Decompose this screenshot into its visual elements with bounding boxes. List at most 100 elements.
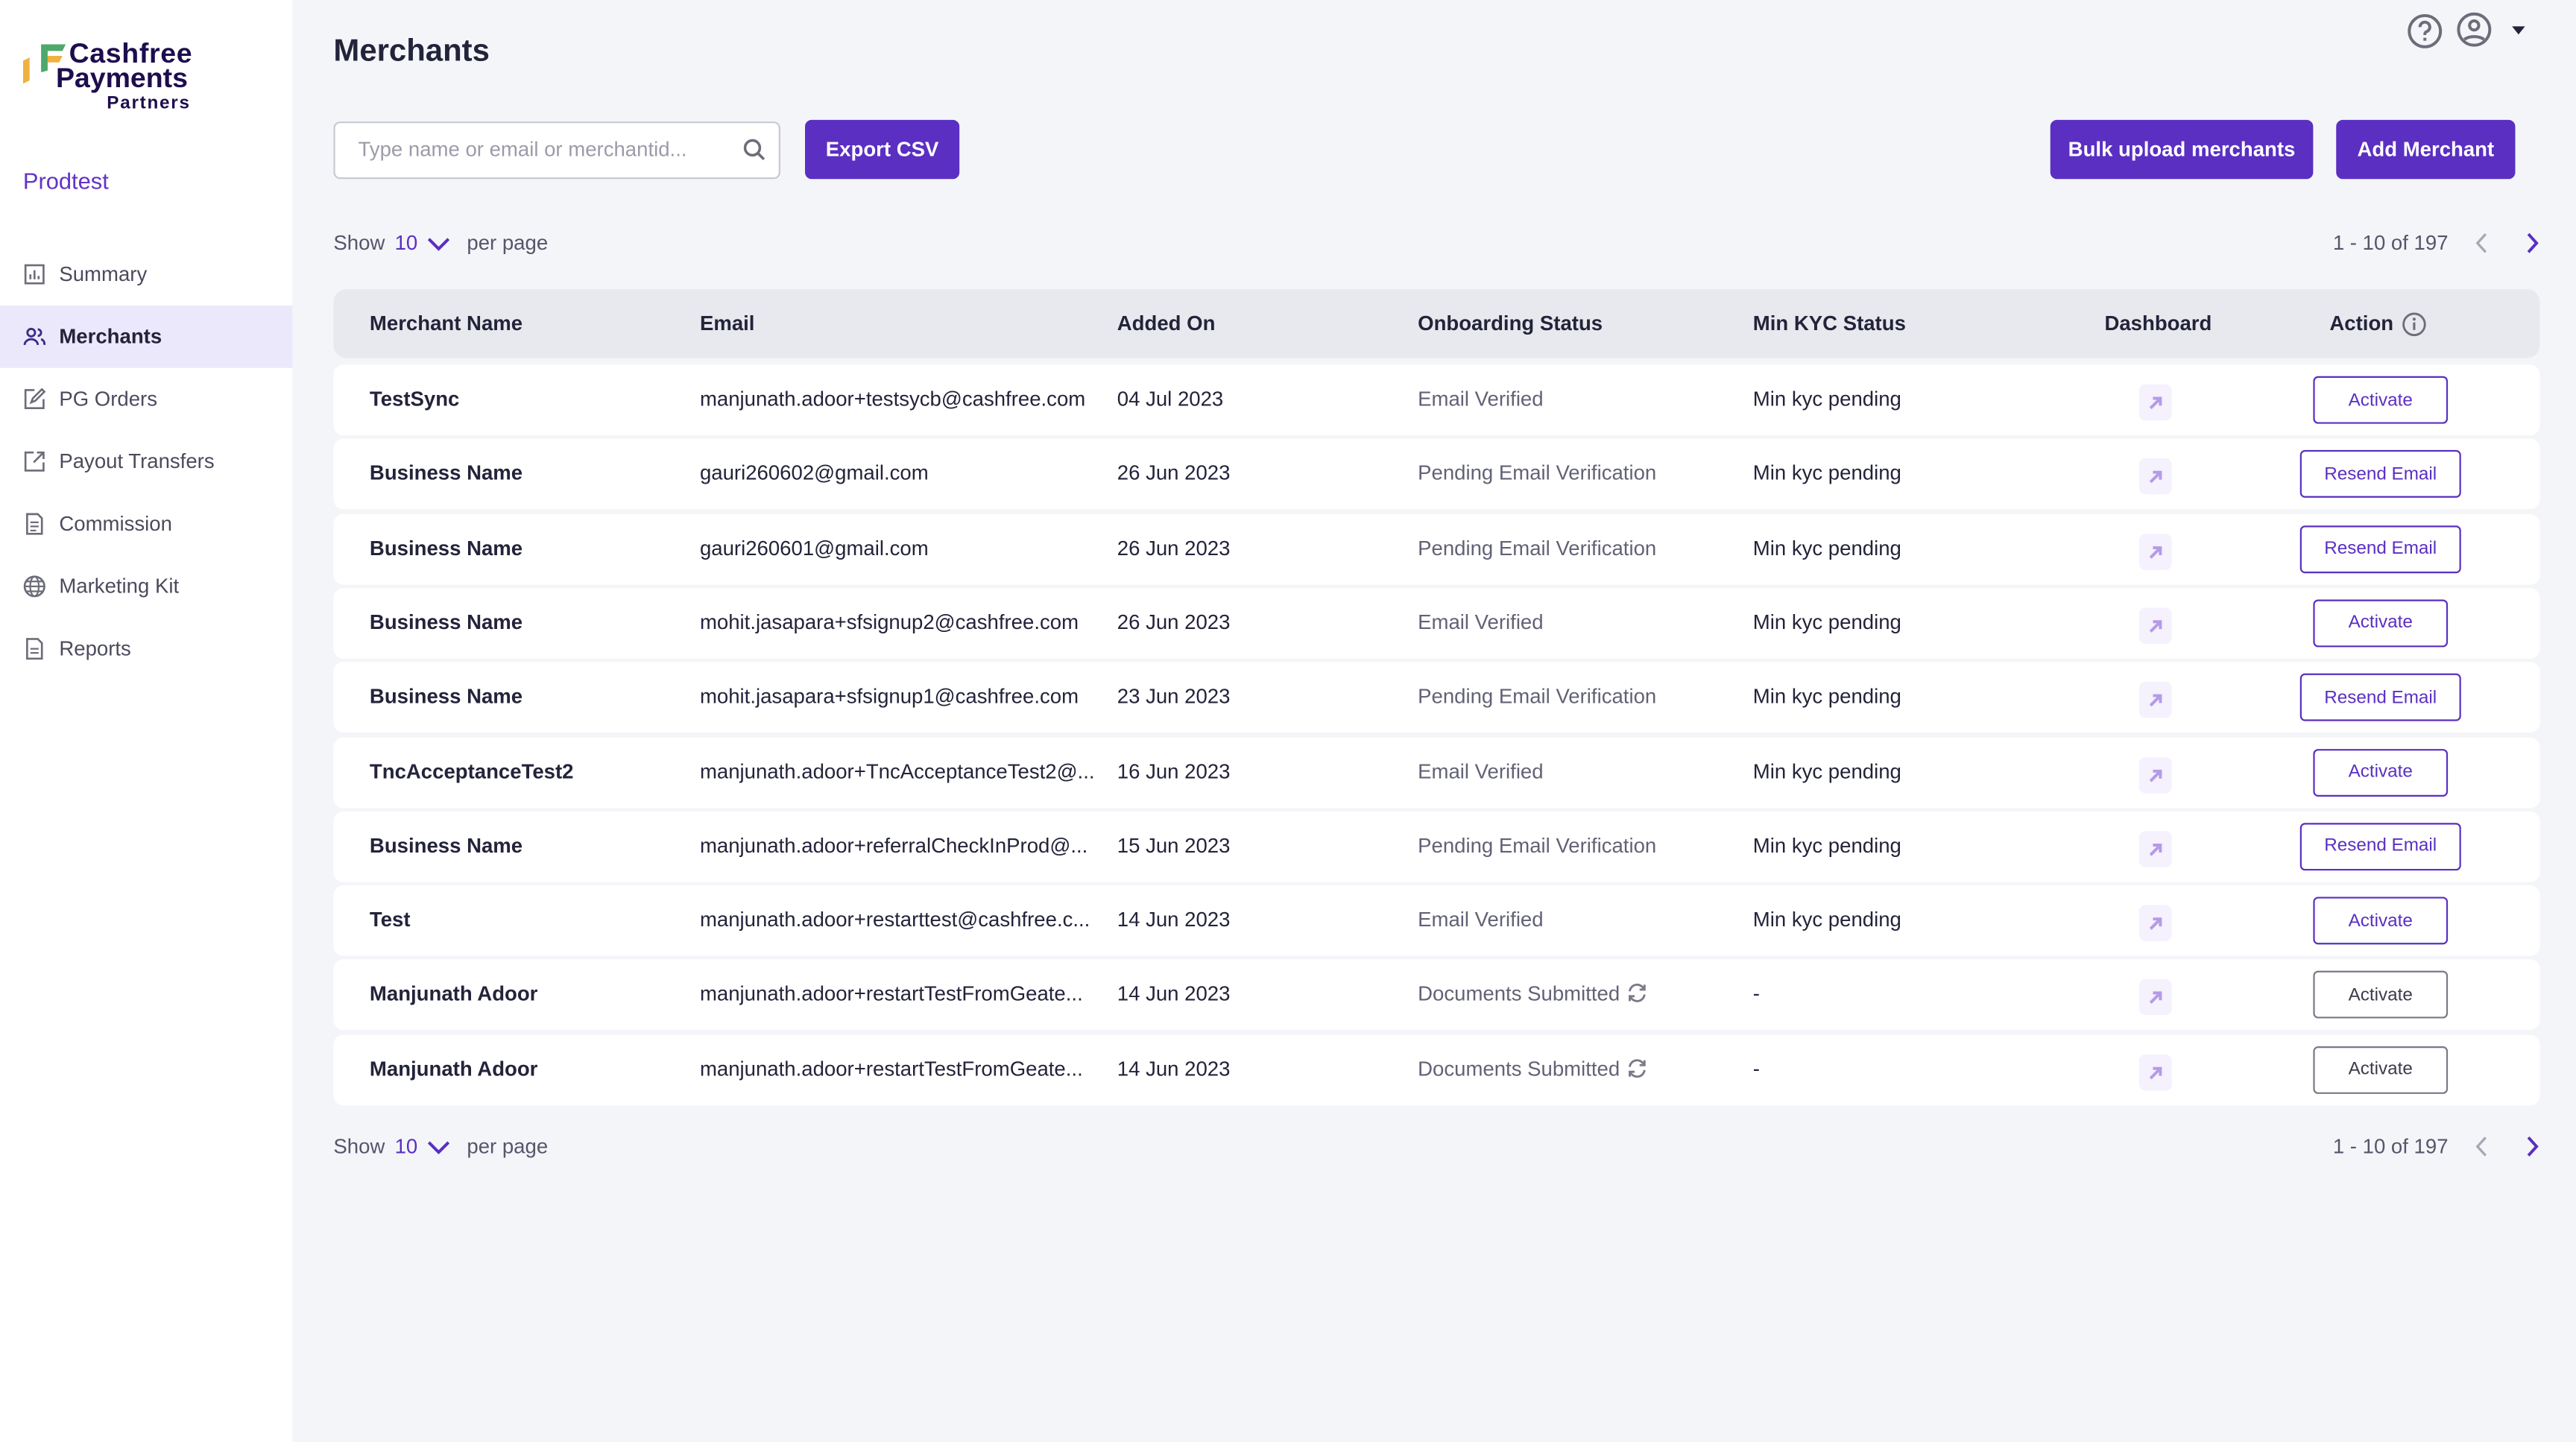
open-dashboard-button[interactable] xyxy=(2139,756,2172,792)
min-kyc-status: Min kyc pending xyxy=(1753,537,1901,560)
export-csv-button[interactable]: Export CSV xyxy=(805,120,959,179)
sidebar-item-label: Reports xyxy=(59,637,130,660)
sidebar-item-label: Commission xyxy=(59,513,172,536)
activate-button[interactable]: Activate xyxy=(2313,748,2448,796)
account-name[interactable]: Prodtest xyxy=(23,168,109,194)
arrow-up-right-icon xyxy=(2147,915,2164,932)
sidebar-item-pg-orders[interactable]: PG Orders xyxy=(0,368,292,431)
open-dashboard-button[interactable] xyxy=(2139,459,2172,495)
sidebar-item-summary[interactable]: Summary xyxy=(0,243,292,306)
table-header: Merchant Name Email Added On Onboarding … xyxy=(333,289,2539,358)
help-icon[interactable] xyxy=(2407,13,2443,49)
arrow-up-right-icon xyxy=(2147,394,2164,411)
caret-down-icon[interactable] xyxy=(2512,26,2525,34)
next-page-icon[interactable] xyxy=(2524,232,2540,255)
chevron-down-icon[interactable] xyxy=(427,1139,450,1154)
report-icon xyxy=(23,637,46,660)
onboarding-status: Email Verified xyxy=(1418,759,1543,782)
per-page-select[interactable]: 10 xyxy=(395,1135,418,1158)
arrow-up-right-icon xyxy=(2147,841,2164,857)
table-row: Business Name gauri260601@gmail.com 26 J… xyxy=(333,513,2539,584)
merchant-email: mohit.jasapara+sfsignup2@cashfree.com xyxy=(700,611,1079,634)
cashfree-logo[interactable]: Cashfree Payments Partners xyxy=(23,42,203,118)
onboarding-status: Documents Submitted xyxy=(1418,983,1648,1006)
merchant-email: manjunath.adoor+referralCheckInProd@... xyxy=(700,834,1087,857)
merchant-email: manjunath.adoor+TncAcceptanceTest2@... xyxy=(700,759,1095,782)
merchant-name: Manjunath Adoor xyxy=(370,983,538,1006)
open-dashboard-button[interactable] xyxy=(2139,831,2172,867)
min-kyc-status: Min kyc pending xyxy=(1753,611,1901,634)
col-min-kyc-status: Min KYC Status xyxy=(1753,312,1906,335)
onboarding-status: Pending Email Verification xyxy=(1418,686,1656,709)
resend-email-button[interactable]: Resend Email xyxy=(2300,525,2461,572)
sidebar-item-marketing-kit[interactable]: Marketing Kit xyxy=(0,555,292,618)
open-dashboard-button[interactable] xyxy=(2139,385,2172,420)
sidebar-item-payout-transfers[interactable]: Payout Transfers xyxy=(0,430,292,493)
info-icon[interactable] xyxy=(2402,312,2426,337)
merchant-name: Business Name xyxy=(370,686,523,709)
added-on: 14 Jun 2023 xyxy=(1117,908,1231,932)
document-icon xyxy=(23,513,46,536)
per-page-label: per page xyxy=(467,232,548,255)
resend-email-button[interactable]: Resend Email xyxy=(2300,451,2461,499)
per-page-label: per page xyxy=(467,1135,548,1158)
search-box[interactable] xyxy=(333,121,780,179)
onboarding-status: Pending Email Verification xyxy=(1418,537,1656,560)
sidebar-item-commission[interactable]: Commission xyxy=(0,493,292,555)
activate-button[interactable]: Activate xyxy=(2313,599,2448,647)
user-profile-icon[interactable] xyxy=(2456,11,2492,47)
activate-button[interactable]: Activate xyxy=(2313,376,2448,424)
col-merchant-name: Merchant Name xyxy=(370,312,523,335)
onboarding-status: Email Verified xyxy=(1418,611,1543,634)
activate-button[interactable]: Activate xyxy=(2313,1046,2448,1093)
top-per-page: Show 10 per page xyxy=(333,232,548,255)
open-dashboard-button[interactable] xyxy=(2139,533,2172,569)
min-kyc-status: Min kyc pending xyxy=(1753,834,1901,857)
per-page-select[interactable]: 10 xyxy=(395,232,418,255)
add-merchant-button[interactable]: Add Merchant xyxy=(2336,120,2515,179)
search-icon[interactable] xyxy=(742,138,765,161)
added-on: 23 Jun 2023 xyxy=(1117,686,1231,709)
refresh-icon[interactable] xyxy=(1626,983,1648,1005)
added-on: 26 Jun 2023 xyxy=(1117,611,1231,634)
table-row: TncAcceptanceTest2 manjunath.adoor+TncAc… xyxy=(333,737,2539,808)
next-page-icon[interactable] xyxy=(2524,1135,2540,1158)
added-on: 04 Jul 2023 xyxy=(1117,388,1223,411)
bulk-upload-button[interactable]: Bulk upload merchants xyxy=(2051,120,2314,179)
refresh-icon[interactable] xyxy=(1626,1057,1648,1079)
open-dashboard-button[interactable] xyxy=(2139,682,2172,718)
search-input[interactable] xyxy=(355,136,731,162)
top-pagination: 1 - 10 of 197 xyxy=(2333,232,2540,255)
open-dashboard-button[interactable] xyxy=(2139,980,2172,1016)
onboarding-status-text: Pending Email Verification xyxy=(1418,537,1656,560)
merchant-email: mohit.jasapara+sfsignup1@cashfree.com xyxy=(700,686,1079,709)
prev-page-icon[interactable] xyxy=(2475,232,2491,255)
merchant-name: TestSync xyxy=(370,388,459,411)
sidebar-item-reports[interactable]: Reports xyxy=(0,618,292,680)
min-kyc-status: - xyxy=(1753,983,1760,1006)
logo-text-payments: Payments xyxy=(56,64,188,92)
onboarding-status-text: Pending Email Verification xyxy=(1418,834,1656,857)
merchant-name: Business Name xyxy=(370,462,523,485)
table-row: Business Name mohit.jasapara+sfsignup2@c… xyxy=(333,588,2539,659)
arrow-up-right-icon xyxy=(2147,990,2164,1006)
logo-text-partners: Partners xyxy=(107,94,191,113)
show-label: Show xyxy=(333,1135,385,1158)
arrow-up-right-icon xyxy=(2147,469,2164,485)
sidebar-item-merchants[interactable]: Merchants xyxy=(0,306,292,368)
open-dashboard-button[interactable] xyxy=(2139,607,2172,643)
resend-email-button[interactable]: Resend Email xyxy=(2300,823,2461,870)
sidebar-item-label: PG Orders xyxy=(59,388,157,411)
resend-email-button[interactable]: Resend Email xyxy=(2300,674,2461,721)
activate-button[interactable]: Activate xyxy=(2313,971,2448,1019)
onboarding-status: Email Verified xyxy=(1418,908,1543,932)
page-range: 1 - 10 of 197 xyxy=(2333,1135,2449,1158)
activate-button[interactable]: Activate xyxy=(2313,897,2448,945)
chevron-down-icon[interactable] xyxy=(427,235,450,250)
page-range: 1 - 10 of 197 xyxy=(2333,232,2449,255)
prev-page-icon[interactable] xyxy=(2475,1135,2491,1158)
col-action: Action xyxy=(2329,312,2393,335)
sidebar-item-label: Marketing Kit xyxy=(59,575,179,598)
open-dashboard-button[interactable] xyxy=(2139,905,2172,941)
open-dashboard-button[interactable] xyxy=(2139,1054,2172,1090)
